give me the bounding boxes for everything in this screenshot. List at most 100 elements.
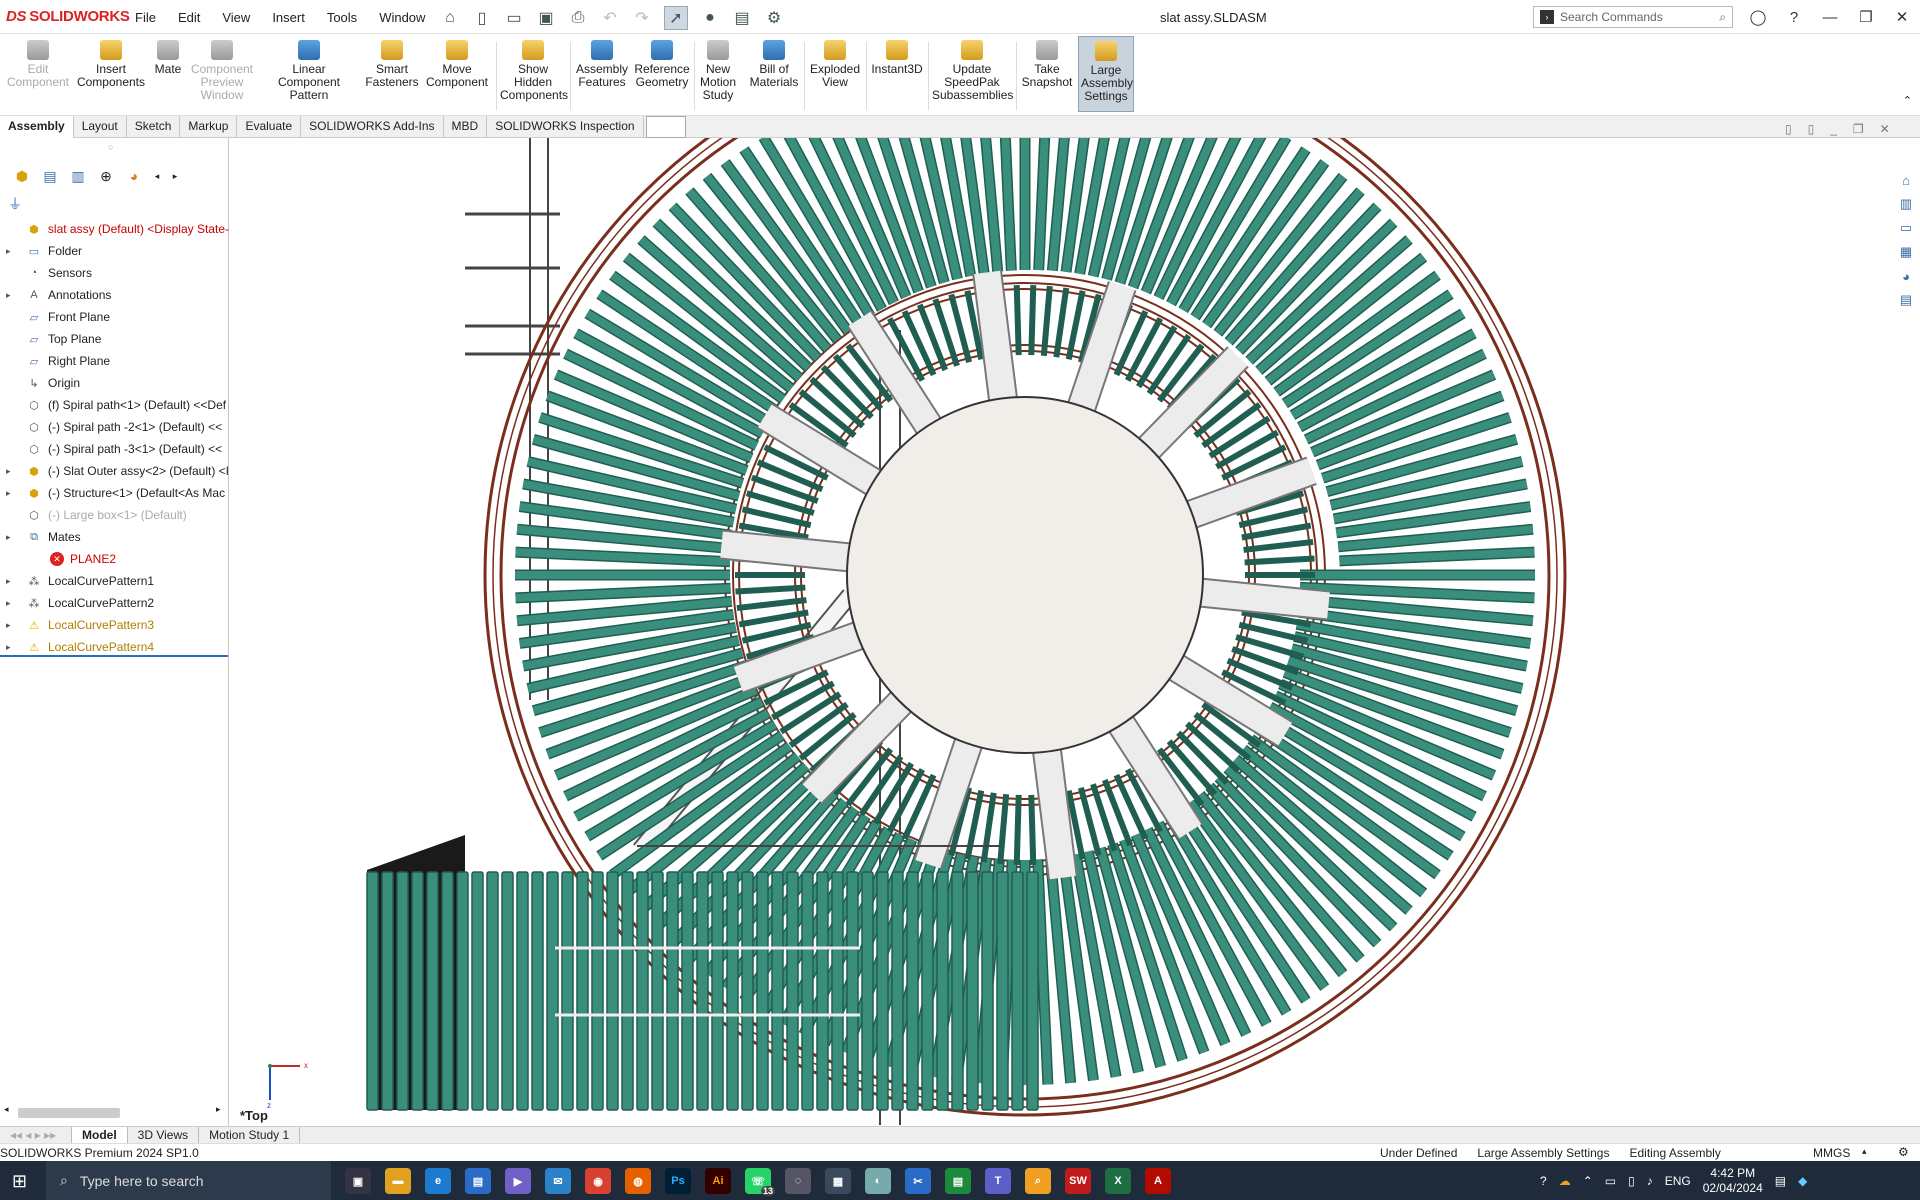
rollback-bar[interactable] bbox=[0, 655, 228, 657]
file-explorer-icon[interactable]: ▭ bbox=[1896, 218, 1916, 238]
view-palette-icon[interactable]: ▦ bbox=[1896, 242, 1916, 262]
collapse-ribbon-icon[interactable]: ⌃ bbox=[1903, 94, 1912, 107]
notifications-icon[interactable]: ▤ bbox=[1775, 1174, 1786, 1188]
tab-assembly[interactable]: Assembly bbox=[0, 116, 74, 138]
menu-tools[interactable]: Tools bbox=[327, 10, 357, 25]
design-library-icon[interactable]: ▥ bbox=[1896, 194, 1916, 214]
app-icon-photo[interactable]: ◐ bbox=[865, 1168, 891, 1194]
smart-fasteners-button[interactable]: Smart Fasteners bbox=[364, 40, 420, 89]
viewport-close-icon[interactable]: ✕ bbox=[1880, 122, 1890, 136]
help-tray-icon[interactable]: ? bbox=[1540, 1174, 1547, 1188]
edge-app-icon[interactable]: e bbox=[425, 1168, 451, 1194]
expand-icon[interactable]: ▸ bbox=[6, 466, 18, 477]
chrome-app-icon[interactable]: ◉ bbox=[585, 1168, 611, 1194]
expand-icon[interactable]: ▸ bbox=[6, 642, 18, 653]
whatsapp-app-icon[interactable]: ☏ 13 bbox=[745, 1168, 775, 1196]
solidworks-logo[interactable]: DS SOLIDWORKS bbox=[6, 8, 130, 25]
file-explorer-app-icon[interactable]: ▬ bbox=[385, 1168, 411, 1194]
menu-edit[interactable]: Edit bbox=[178, 10, 200, 25]
new-document-icon[interactable]: ▯ bbox=[472, 8, 492, 28]
edit-component-button[interactable]: Edit Component bbox=[6, 40, 70, 89]
take-snapshot-button[interactable]: Take Snapshot bbox=[1020, 40, 1074, 89]
bill-of-materials-button[interactable]: Bill of Materials bbox=[746, 40, 802, 89]
reference-geometry-button[interactable]: Reference Geometry bbox=[632, 40, 692, 89]
viewport-link-icon[interactable]: ▯ bbox=[1808, 122, 1815, 136]
excel-app-icon[interactable]: X bbox=[1105, 1168, 1131, 1194]
viewport-minimize-icon[interactable]: _ bbox=[1830, 122, 1837, 136]
network-icon[interactable]: ▭ bbox=[1605, 1174, 1616, 1188]
search-icon[interactable]: ⌕ bbox=[1719, 10, 1726, 25]
filter-icon[interactable]: ⏚ bbox=[8, 194, 22, 214]
sheets-app-icon[interactable]: ▤ bbox=[945, 1168, 971, 1194]
appearances-icon[interactable]: ◕ bbox=[1896, 266, 1916, 286]
user-icon[interactable]: ◯ bbox=[1740, 0, 1776, 34]
tree-item[interactable]: ▸ A Annotations bbox=[0, 284, 229, 306]
tab-solidworks-addins[interactable]: SOLIDWORKS Add-Ins bbox=[301, 116, 444, 138]
clock[interactable]: 4:42 PM 02/04/2024 bbox=[1703, 1166, 1763, 1196]
menu-insert[interactable]: Insert bbox=[272, 10, 305, 25]
insert-components-button[interactable]: Insert Components bbox=[76, 40, 146, 89]
calculator-app-icon[interactable]: ▦ bbox=[825, 1168, 851, 1194]
tree-item[interactable]: ▸ ⚠ LocalCurvePattern3 bbox=[0, 614, 229, 636]
tree-item[interactable]: ▸ ⁂ LocalCurvePattern2 bbox=[0, 592, 229, 614]
tree-item[interactable]: ▱ Top Plane bbox=[0, 328, 229, 350]
display-manager-tab-icon[interactable]: ◕ bbox=[124, 167, 144, 185]
large-assembly-status[interactable]: Large Assembly Settings bbox=[1477, 1146, 1609, 1160]
menu-window[interactable]: Window bbox=[379, 10, 425, 25]
panel-scroll-right-icon[interactable]: ▸ bbox=[170, 167, 180, 185]
expand-icon[interactable]: ▸ bbox=[6, 620, 18, 631]
options-gear-icon[interactable]: ⚙ bbox=[764, 8, 784, 28]
snipping-app-icon[interactable]: ✂ bbox=[905, 1168, 931, 1194]
minimize-icon[interactable]: — bbox=[1812, 0, 1848, 34]
teams-app-icon[interactable]: T bbox=[985, 1168, 1011, 1194]
copilot-icon[interactable]: ◆ bbox=[1798, 1174, 1807, 1188]
scroll-right-icon[interactable]: ▸ bbox=[216, 1104, 221, 1115]
restore-icon[interactable]: ❐ bbox=[1848, 0, 1884, 34]
tab-mbd[interactable]: MBD bbox=[444, 116, 488, 138]
show-hidden-components-button[interactable]: Show Hidden Components bbox=[500, 40, 568, 102]
update-speedpak-button[interactable]: Update SpeedPak Subassemblies bbox=[932, 40, 1013, 102]
tree-item[interactable]: ◔ Sensors bbox=[0, 262, 229, 284]
tree-item[interactable]: ⬡ (-) Spiral path -3<1> (Default) << bbox=[0, 438, 229, 460]
open-icon[interactable]: ▭ bbox=[504, 8, 524, 28]
units-dropdown-icon[interactable]: ▴ bbox=[1862, 1146, 1867, 1157]
assembly-model-view[interactable] bbox=[230, 138, 1920, 1128]
tree-item[interactable]: ▸ ⬢ (-) Structure<1> (Default<As Mac bbox=[0, 482, 229, 504]
linear-component-pattern-button[interactable]: Linear Component Pattern bbox=[260, 40, 358, 102]
horizontal-scrollbar[interactable] bbox=[18, 1108, 120, 1118]
component-preview-window-button[interactable]: Component Preview Window bbox=[188, 40, 256, 102]
viewport-tile-icon[interactable]: ▯ bbox=[1785, 122, 1792, 136]
tree-item[interactable]: ▱ Front Plane bbox=[0, 306, 229, 328]
taskbar-search-box[interactable]: ⌕ Type here to search bbox=[46, 1161, 331, 1200]
expand-icon[interactable]: ▸ bbox=[6, 488, 18, 499]
tab-nav-arrows-icon[interactable]: ◂◂ ◂ ▸ ▸▸ bbox=[0, 1127, 72, 1143]
search-commands-box[interactable]: › Search Commands ⌕ bbox=[1533, 6, 1733, 28]
custom-properties-icon[interactable]: ▤ bbox=[1896, 290, 1916, 310]
home-icon[interactable]: ⌂ bbox=[440, 8, 460, 28]
acrobat-app-icon[interactable]: A bbox=[1145, 1168, 1171, 1194]
tab-evaluate[interactable]: Evaluate bbox=[237, 116, 302, 138]
solidworks-resources-icon[interactable]: ⌂ bbox=[1896, 170, 1916, 190]
exploded-view-button[interactable]: Exploded View bbox=[808, 40, 862, 89]
app-icon-generic[interactable]: ◌ bbox=[785, 1168, 811, 1194]
expand-icon[interactable]: ▸ bbox=[6, 532, 18, 543]
redo-icon[interactable]: ↷ bbox=[632, 8, 652, 28]
close-icon[interactable]: ✕ bbox=[1884, 0, 1920, 34]
weather-icon[interactable]: ☁ bbox=[1559, 1174, 1571, 1188]
panel-grip-icon[interactable]: ○ bbox=[108, 142, 113, 152]
tab-solidworks-inspection[interactable]: SOLIDWORKS Inspection bbox=[487, 116, 644, 138]
menu-view[interactable]: View bbox=[222, 10, 250, 25]
tab-3d-views[interactable]: 3D Views bbox=[128, 1127, 200, 1143]
expand-icon[interactable]: ▸ bbox=[6, 290, 18, 301]
property-manager-tab-icon[interactable]: ▤ bbox=[40, 167, 60, 185]
dimxpert-tab-icon[interactable]: ⊕ bbox=[96, 167, 116, 185]
file-properties-icon[interactable]: ▤ bbox=[732, 8, 752, 28]
tree-item[interactable]: ⬡ (-) Large box<1> (Default) bbox=[0, 504, 229, 526]
large-assembly-settings-button[interactable]: Large Assembly Settings bbox=[1078, 36, 1134, 112]
mail-app-icon[interactable]: ✉ bbox=[545, 1168, 571, 1194]
help-icon[interactable]: ? bbox=[1776, 0, 1812, 34]
scroll-left-icon[interactable]: ◂ bbox=[4, 1104, 9, 1115]
rebuild-icon[interactable]: ● bbox=[700, 8, 720, 28]
tab-layout[interactable]: Layout bbox=[74, 116, 127, 138]
move-component-button[interactable]: Move Component bbox=[424, 40, 490, 89]
